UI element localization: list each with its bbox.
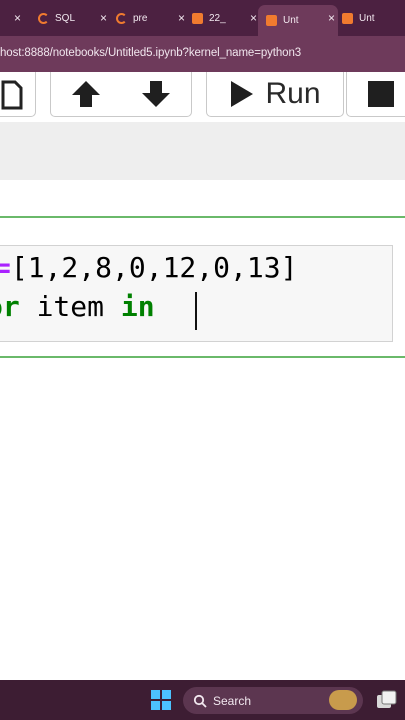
code-operator: = [0, 251, 11, 284]
windows-logo-icon [151, 690, 171, 710]
cell-border-top [0, 216, 405, 218]
search-icon [193, 694, 207, 708]
stop-icon [368, 81, 394, 107]
arrow-down-icon [142, 81, 170, 107]
notebook-icon [342, 12, 353, 24]
notebook-toolbar: Run [0, 72, 405, 122]
browser-tab[interactable]: 22_ × [184, 5, 260, 31]
browser-tab-strip: × SQL × pre × 22_ × Unt × Unt × [0, 0, 405, 36]
browser-tab[interactable]: pre × [108, 5, 188, 31]
browser-tab-active[interactable]: Unt × [258, 5, 338, 36]
clipboard-icon [1, 80, 23, 110]
text-cursor [195, 292, 197, 330]
code-keyword-in: in [120, 290, 155, 323]
notebook-icon [192, 12, 203, 24]
tab-close-icon[interactable]: × [14, 11, 21, 25]
toolbar-separator-band [0, 122, 405, 180]
interrupt-button[interactable] [346, 72, 405, 117]
code-line-1[interactable]: =[1,2,8,0,12,0,13] [0, 251, 297, 284]
tab-title: 22_ [209, 12, 226, 24]
browser-tab[interactable]: Unt × [334, 5, 405, 31]
code-keyword-for: or [0, 290, 20, 323]
code-list-literal: [1,2,8,0,12,0,13] [10, 251, 298, 284]
arrow-up-icon [72, 81, 100, 107]
tab-close-icon[interactable]: × [250, 11, 257, 25]
tab-title: SQL [55, 12, 76, 24]
code-line-2[interactable]: or item in [0, 290, 155, 323]
notebook-icon [266, 15, 277, 26]
browser-tab[interactable]: SQL × [30, 5, 110, 31]
tab-title: pre [133, 12, 148, 24]
windows-start-button[interactable] [151, 690, 171, 715]
move-down-button[interactable] [121, 72, 192, 117]
search-label: Search [213, 693, 252, 708]
move-up-button[interactable] [50, 72, 122, 117]
run-label: Run [265, 77, 321, 110]
address-bar[interactable]: host:8888/notebooks/Untitled5.ipynb?kern… [0, 36, 405, 72]
taskbar-search[interactable]: Search [183, 687, 363, 714]
cell-border-bottom [0, 356, 405, 358]
url-text[interactable]: host:8888/notebooks/Untitled5.ipynb?kern… [0, 47, 301, 59]
tab-close-icon[interactable]: × [100, 11, 107, 25]
spinner-ring-icon [38, 12, 49, 24]
code-variable: item [19, 290, 121, 323]
run-button[interactable]: Run [206, 72, 344, 117]
tab-title: Unt [283, 15, 299, 26]
browser-tab[interactable]: × [0, 5, 24, 31]
tab-title: Unt [359, 12, 375, 24]
task-view-button[interactable] [376, 690, 398, 715]
paste-button[interactable] [0, 72, 36, 117]
widget-icon [329, 690, 357, 710]
task-view-icon [377, 690, 397, 708]
spinner-ring-icon [116, 12, 127, 24]
play-icon [231, 81, 254, 107]
